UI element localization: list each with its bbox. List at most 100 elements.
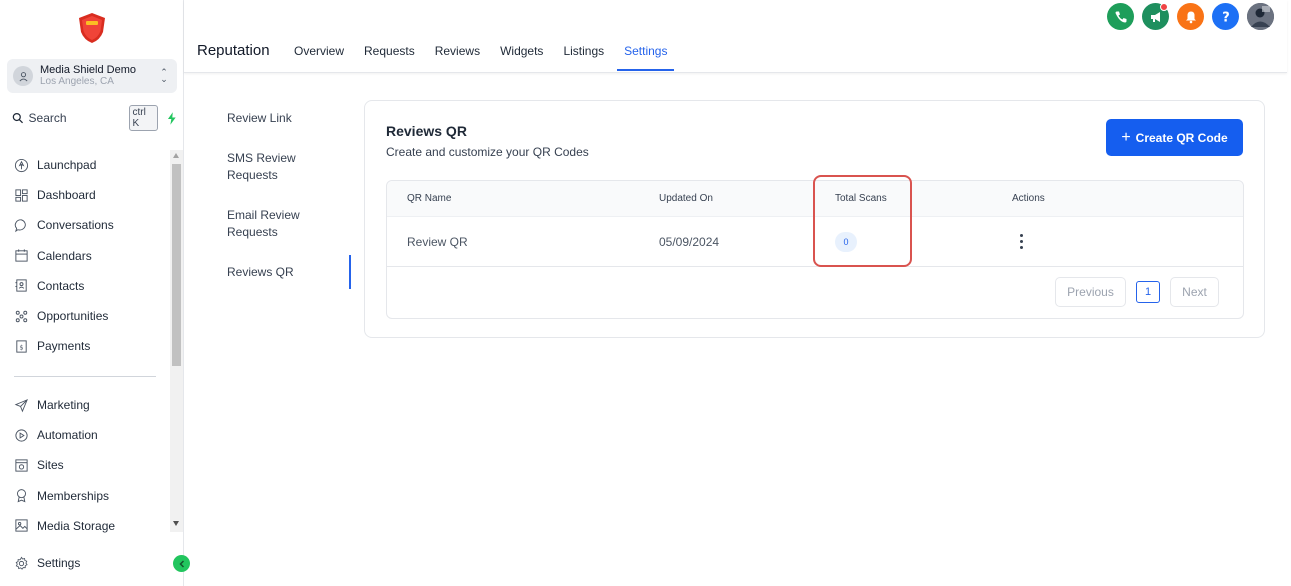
badge-icon — [16, 489, 27, 503]
sidebar-settings-nav: Settings — [0, 548, 170, 578]
sidebar-item-label: Marketing — [37, 398, 90, 413]
sidebar-item-label: Opportunities — [37, 309, 109, 324]
announcements-button[interactable] — [1142, 3, 1169, 30]
payments-icon: $ — [16, 340, 27, 353]
app: Media Shield Demo Los Angeles, CA ⌃⌄ ctr… — [0, 0, 1291, 586]
search-shortcut: ctrl K — [128, 105, 159, 131]
bell-icon — [1185, 11, 1196, 23]
sidebar-item-launchpad[interactable]: Launchpad — [0, 150, 170, 180]
grid-icon — [15, 189, 28, 202]
send-icon — [14, 398, 28, 412]
tab-requests[interactable]: Requests — [364, 44, 415, 71]
sidebar-item-contacts[interactable]: Contacts — [0, 271, 170, 301]
chevron-left-icon — [178, 559, 184, 568]
create-qr-code-button[interactable]: + Create QR Code — [1106, 119, 1243, 156]
scroll-down-arrow-icon[interactable] — [173, 521, 179, 526]
column-actions: Actions — [1012, 193, 1045, 204]
collapse-sidebar-button[interactable] — [173, 555, 190, 572]
rocket-icon — [14, 158, 29, 172]
phone-icon — [1115, 11, 1126, 22]
row-actions-kebab-icon[interactable] — [1018, 234, 1024, 252]
sidebar-item-calendars[interactable]: Calendars — [0, 241, 170, 271]
user-avatar[interactable] — [1247, 3, 1274, 30]
subnav-active-indicator — [349, 255, 351, 289]
sidebar-item-dashboard[interactable]: Dashboard — [0, 180, 170, 210]
next-page-button[interactable]: Next — [1170, 277, 1219, 307]
sidebar-divider — [14, 376, 156, 377]
column-updated-on: Updated On — [659, 193, 713, 204]
sidebar-item-label: Settings — [37, 556, 81, 571]
calendar-icon — [15, 249, 28, 262]
page-number-1[interactable]: 1 — [1136, 281, 1160, 303]
search-bar[interactable]: ctrl K — [7, 105, 177, 131]
sidebar: Media Shield Demo Los Angeles, CA ⌃⌄ ctr… — [0, 0, 190, 586]
notifications-button[interactable] — [1177, 3, 1204, 30]
chat-icon — [14, 219, 26, 233]
qr-name-cell: Review QR — [407, 235, 468, 249]
tab-widgets[interactable]: Widgets — [500, 44, 543, 71]
sidebar-item-label: Calendars — [37, 248, 92, 263]
create-qr-code-label: Create QR Code — [1135, 130, 1228, 145]
sidebar-item-settings[interactable]: Settings — [0, 548, 170, 578]
subnav-email-review-requests[interactable]: Email Review Requests — [227, 207, 317, 241]
card-subtitle: Create and customize your QR Codes — [386, 145, 589, 159]
account-name: Media Shield Demo — [40, 64, 136, 76]
card-title: Reviews QR — [386, 123, 467, 139]
scroll-up-arrow-icon[interactable] — [173, 153, 179, 158]
sidebar-scrollbar[interactable] — [170, 150, 183, 532]
sidebar-item-label: Contacts — [37, 278, 85, 293]
tab-reviews[interactable]: Reviews — [435, 44, 480, 71]
page-title: Reputation — [197, 42, 270, 59]
search-input[interactable] — [28, 111, 109, 125]
sidebar-primary-nav: Launchpad Dashboard Conversations Calend… — [0, 150, 170, 361]
help-button[interactable]: ? — [1212, 3, 1239, 30]
scrollbar-thumb[interactable] — [172, 164, 181, 366]
lightning-icon[interactable] — [167, 111, 177, 125]
sidebar-item-opportunities[interactable]: Opportunities — [0, 301, 170, 331]
sites-icon — [15, 459, 28, 472]
column-qr-name: QR Name — [407, 193, 452, 204]
search-icon — [12, 112, 23, 124]
sidebar-item-automation[interactable]: Automation — [0, 420, 170, 450]
sidebar-item-marketing[interactable]: Marketing — [0, 390, 170, 420]
sidebar-item-label: Payments — [37, 339, 91, 354]
tab-overview[interactable]: Overview — [294, 44, 344, 71]
top-header: Reputation Overview Requests Reviews Wid… — [184, 0, 1287, 73]
plus-icon: + — [1121, 128, 1131, 146]
total-scans-highlight-box — [813, 175, 912, 267]
phone-button[interactable] — [1107, 3, 1134, 30]
location-avatar-icon — [13, 66, 33, 86]
automation-icon — [15, 429, 28, 442]
image-icon — [15, 519, 28, 532]
account-info: Media Shield Demo Los Angeles, CA — [40, 64, 157, 88]
subnav-review-link[interactable]: Review Link — [227, 110, 337, 127]
subnav-reviews-qr[interactable]: Reviews QR — [227, 264, 337, 281]
account-switcher[interactable]: Media Shield Demo Los Angeles, CA ⌃ ⌄ — [7, 59, 177, 93]
tab-settings[interactable]: Settings — [617, 44, 675, 71]
sidebar-item-label: Sites — [37, 458, 64, 473]
megaphone-icon — [1150, 11, 1160, 22]
tab-listings[interactable]: Listings — [563, 44, 604, 71]
sidebar-secondary-nav: Marketing Automation Sites Memberships M… — [0, 390, 170, 541]
svg-text:?: ? — [1222, 10, 1230, 24]
account-location: Los Angeles, CA — [40, 76, 114, 87]
sidebar-item-sites[interactable]: Sites — [0, 450, 170, 480]
chevron-up-down-icon: ⌃ ⌄ — [160, 67, 168, 84]
opportunities-icon — [15, 310, 28, 322]
sidebar-item-label: Automation — [37, 428, 98, 443]
subnav-sms-review-requests[interactable]: SMS Review Requests — [227, 150, 317, 184]
previous-page-button[interactable]: Previous — [1055, 277, 1126, 307]
help-icon: ? — [1222, 10, 1230, 24]
sidebar-item-label: Conversations — [37, 218, 114, 233]
sidebar-item-payments[interactable]: $ Payments — [0, 331, 170, 361]
brand-logo-icon[interactable] — [78, 12, 106, 44]
sidebar-item-conversations[interactable]: Conversations — [0, 210, 170, 240]
sidebar-item-memberships[interactable]: Memberships — [0, 481, 170, 511]
reputation-tabs: Overview Requests Reviews Widgets Listin… — [294, 44, 687, 71]
user-avatar-icon — [1247, 3, 1274, 30]
sidebar-item-label: Dashboard — [37, 188, 96, 203]
contacts-icon — [15, 279, 27, 292]
pagination: Previous 1 Next — [1055, 277, 1219, 307]
sidebar-item-media-storage[interactable]: Media Storage — [0, 511, 170, 541]
header-actions: ? — [1099, 3, 1274, 30]
